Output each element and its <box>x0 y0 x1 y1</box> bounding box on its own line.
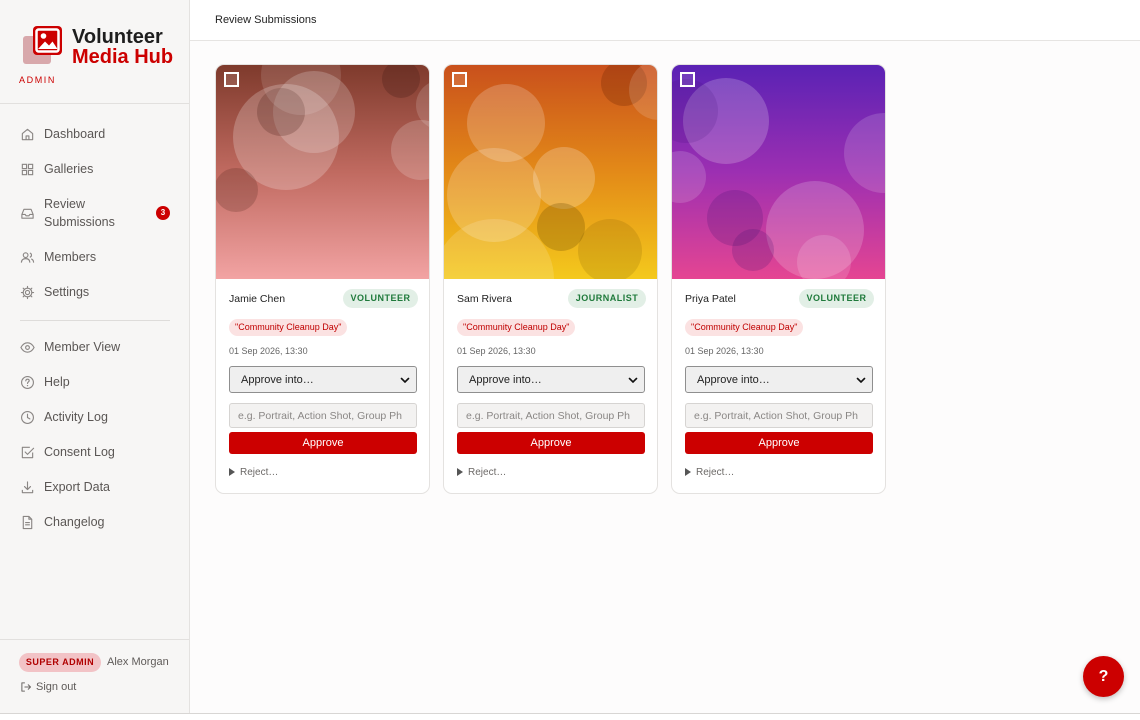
event-tag: "Community Cleanup Day" <box>229 319 348 336</box>
sidebar-item-changelog[interactable]: Changelog <box>0 514 189 532</box>
sidebar-item-galleries[interactable]: Galleries <box>0 161 189 179</box>
triangle-right-icon <box>685 468 691 476</box>
user-name: Alex Morgan <box>107 656 169 668</box>
sidebar-item-activity-log[interactable]: Activity Log <box>0 409 189 427</box>
sidebar-item-help[interactable]: Help <box>0 374 189 392</box>
submission-card: Jamie Chen VOLUNTEER "Community Cleanup … <box>215 64 430 494</box>
submission-photo[interactable] <box>216 65 429 279</box>
submission-card: Sam Rivera JOURNALIST "Community Cleanup… <box>443 64 658 494</box>
bottom-edge <box>0 713 1140 720</box>
submission-card: Priya Patel VOLUNTEER "Community Cleanup… <box>671 64 886 494</box>
approve-into-select[interactable]: Approve into… <box>457 366 645 393</box>
chevron-down-icon <box>400 377 410 383</box>
submitter-name: Priya Patel <box>685 293 736 305</box>
user-role-badge: SUPER ADMIN <box>19 653 101 672</box>
check-square-icon <box>21 446 35 459</box>
inbox-icon <box>21 208 34 219</box>
sidebar-item-review-submissions[interactable]: Review Submissions 3 <box>0 196 189 232</box>
approve-into-value: Approve into… <box>469 374 542 386</box>
gear-icon <box>20 285 35 300</box>
sidebar-item-label: Settings <box>44 285 90 299</box>
users-icon <box>20 252 35 263</box>
sidebar-item-settings[interactable]: Settings <box>0 284 189 302</box>
select-checkbox[interactable] <box>224 72 239 87</box>
sidebar-item-label: Review Submissions <box>44 197 115 229</box>
sidebar-item-consent-log[interactable]: Consent Log <box>0 444 189 462</box>
tag-input[interactable] <box>685 403 873 428</box>
reject-toggle[interactable]: Reject… <box>229 467 278 478</box>
approve-into-value: Approve into… <box>241 374 314 386</box>
home-icon <box>21 128 34 141</box>
approve-into-select[interactable]: Approve into… <box>229 366 417 393</box>
submitter-name: Sam Rivera <box>457 293 512 305</box>
sidebar-divider <box>0 103 189 104</box>
brand-subtitle: Media Hub <box>72 46 174 68</box>
sidebar-item-label: Activity Log <box>44 410 108 424</box>
submission-date: 01 Sep 2026, 13:30 <box>685 346 764 356</box>
submission-date: 01 Sep 2026, 13:30 <box>229 346 308 356</box>
sidebar-item-label: Dashboard <box>44 127 106 141</box>
chevron-down-icon <box>856 377 866 383</box>
submitter-name: Jamie Chen <box>229 293 286 305</box>
reject-label: Reject… <box>696 467 735 478</box>
approve-button[interactable]: Approve <box>457 432 645 454</box>
sidebar-item-export-data[interactable]: Export Data <box>0 479 189 497</box>
approve-into-select[interactable]: Approve into… <box>685 366 873 393</box>
tag-input[interactable] <box>229 403 417 428</box>
eye-icon <box>20 342 35 353</box>
triangle-right-icon <box>457 468 463 476</box>
event-tag: "Community Cleanup Day" <box>457 319 576 336</box>
approve-button[interactable]: Approve <box>229 432 417 454</box>
role-badge: VOLUNTEER <box>799 289 874 308</box>
pending-count-badge: 3 <box>156 206 170 220</box>
help-circle-icon <box>21 376 34 389</box>
role-badge: JOURNALIST <box>568 289 646 308</box>
clock-icon <box>21 411 34 424</box>
reject-toggle[interactable]: Reject… <box>457 467 506 478</box>
select-checkbox[interactable] <box>452 72 467 87</box>
sidebar: Volunteer Media Hub ADMIN Dashboard Gall… <box>0 0 190 713</box>
sidebar-item-label: Changelog <box>44 515 105 529</box>
sidebar-divider <box>20 320 170 321</box>
event-tag: "Community Cleanup Day" <box>685 319 804 336</box>
role-badge: VOLUNTEER <box>343 289 418 308</box>
sidebar-item-label: Consent Log <box>44 445 115 459</box>
download-icon <box>21 481 34 494</box>
sign-out-label: Sign out <box>36 681 77 693</box>
top-bar: Review Submissions <box>190 0 1140 41</box>
grid-icon <box>21 163 34 176</box>
sidebar-divider <box>0 639 189 640</box>
sidebar-item-label: Export Data <box>44 480 111 494</box>
sidebar-item-label: Help <box>44 375 70 389</box>
sidebar-item-label: Members <box>44 250 97 264</box>
reject-toggle[interactable]: Reject… <box>685 467 734 478</box>
sidebar-item-dashboard[interactable]: Dashboard <box>0 126 189 144</box>
file-text-icon <box>22 515 33 530</box>
select-checkbox[interactable] <box>680 72 695 87</box>
logo-icon <box>19 26 65 66</box>
triangle-right-icon <box>229 468 235 476</box>
approve-into-value: Approve into… <box>697 374 770 386</box>
sidebar-item-members[interactable]: Members <box>0 249 189 267</box>
submission-date: 01 Sep 2026, 13:30 <box>457 346 536 356</box>
chevron-down-icon <box>628 377 638 383</box>
sign-out-icon <box>21 682 32 692</box>
submission-photo[interactable] <box>672 65 885 279</box>
brand[interactable]: Volunteer Media Hub ADMIN <box>19 26 189 92</box>
approve-button[interactable]: Approve <box>685 432 873 454</box>
submission-photo[interactable] <box>444 65 657 279</box>
page-title: Review Submissions <box>215 14 317 26</box>
sidebar-item-member-view[interactable]: Member View <box>0 339 189 357</box>
help-button[interactable]: ? <box>1083 656 1124 697</box>
brand-role-label: ADMIN <box>19 75 56 85</box>
reject-label: Reject… <box>468 467 507 478</box>
sidebar-item-label: Galleries <box>44 162 94 176</box>
reject-label: Reject… <box>240 467 279 478</box>
brand-name: Volunteer <box>72 26 163 48</box>
sidebar-item-label: Member View <box>44 340 121 354</box>
tag-input[interactable] <box>457 403 645 428</box>
